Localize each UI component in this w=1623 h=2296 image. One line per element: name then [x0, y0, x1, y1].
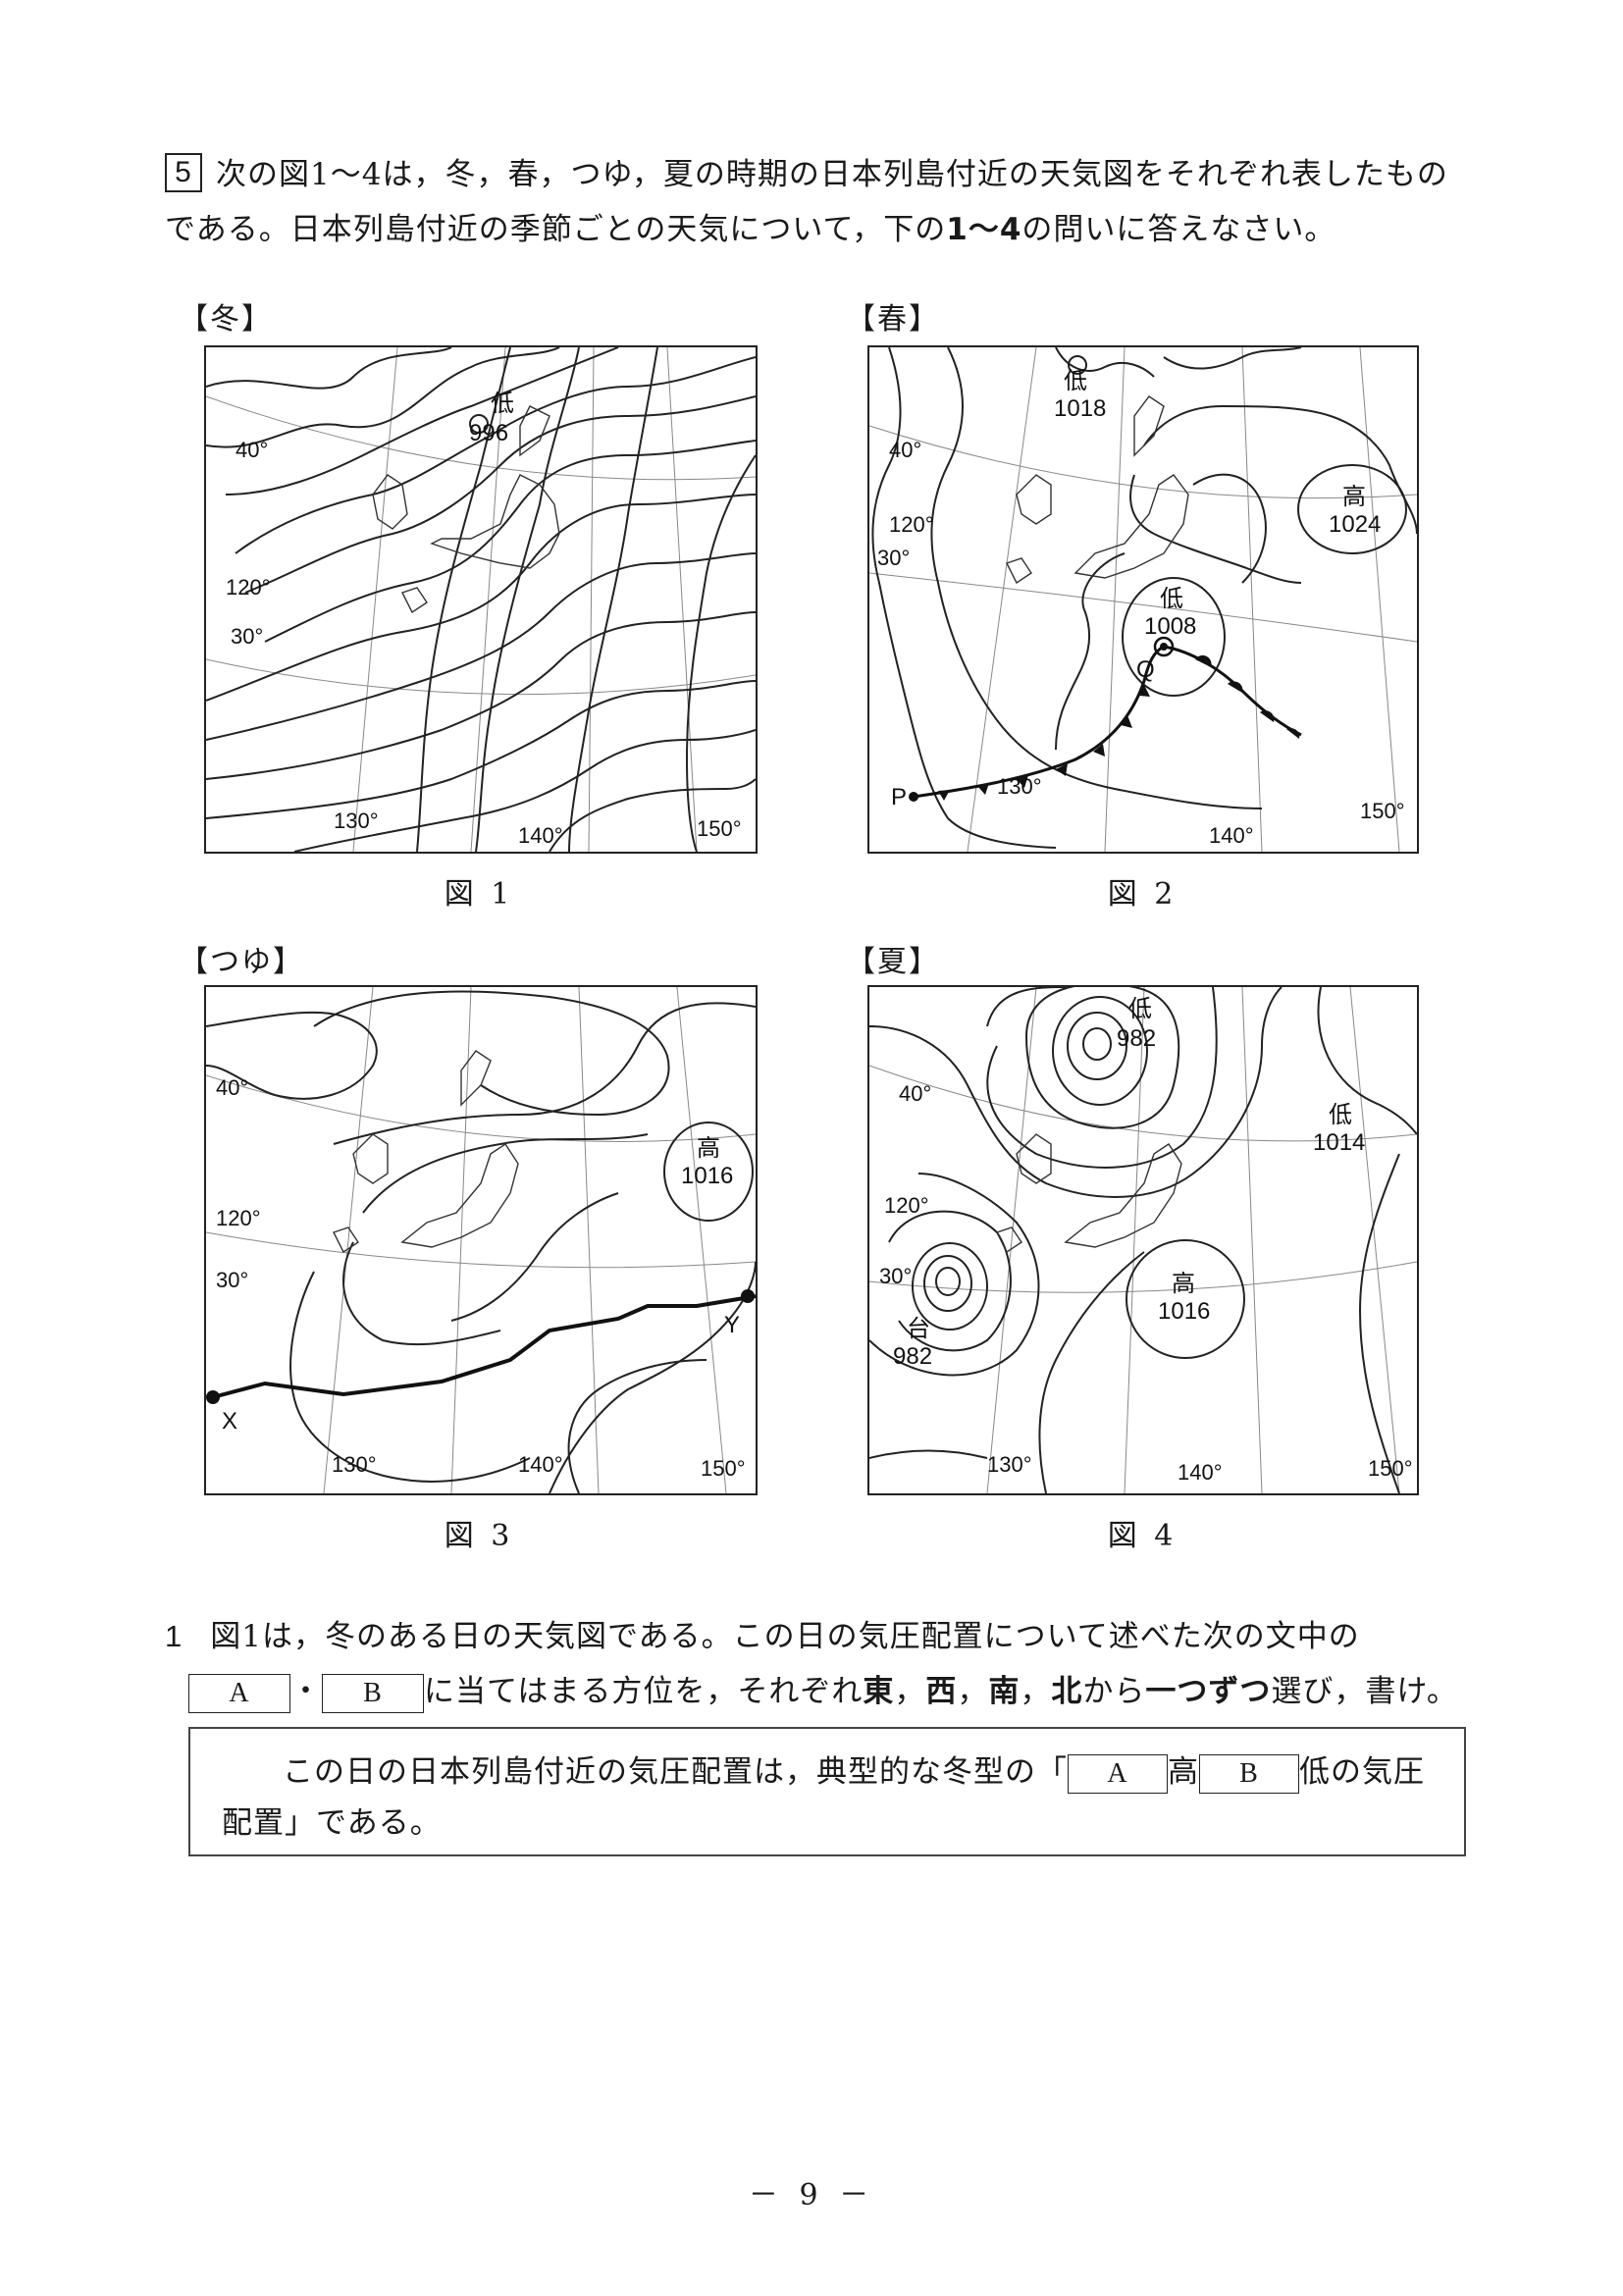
weather-map-tsuyu: 高 1016 X Y 40° 30° 120° 130° 140° 150°: [204, 985, 758, 1495]
winter-lat-30: 30°: [231, 624, 263, 649]
statement-frame: この日の日本列島付近の気圧配置は，典型的な冬型の「 A 高 B 低の気圧 配置」である。: [188, 1727, 1466, 1856]
winter-lon-150: 150°: [697, 816, 742, 841]
spring-low1-kind: 低: [1064, 368, 1087, 394]
intro-line-2-bold: 1～4: [946, 212, 1022, 247]
spring-lon-150: 150°: [1360, 799, 1405, 823]
question-number-box: 5: [165, 153, 202, 192]
winter-lat-40: 40°: [236, 438, 268, 462]
season-label-spring: 【春】: [846, 302, 940, 337]
summer-typhoon-kind: 台: [907, 1316, 930, 1342]
figure-caption-3: 図 3: [444, 1519, 514, 1553]
frame-box-b: B: [1199, 1753, 1299, 1794]
season-label-tsuyu: 【つゆ】: [179, 945, 304, 979]
tsuyu-lat-40: 40°: [216, 1075, 248, 1100]
direction-north: 北: [1051, 1674, 1083, 1709]
summer-low2-kind: 低: [1329, 1102, 1352, 1128]
intro-line-1: 次の図1～4は，冬，春，つゆ，夏の時期の日本列島付近の天気図をそれぞれ表したもの: [216, 157, 1448, 192]
frame-text-2: 配置」である。: [222, 1805, 442, 1841]
winter-lon-120: 120°: [226, 575, 271, 600]
each-one-emphasis: 一つずつ: [1145, 1674, 1272, 1709]
summer-lat-40: 40°: [899, 1081, 931, 1106]
spring-lon-140: 140°: [1209, 823, 1254, 848]
winter-lon-130: 130°: [334, 809, 379, 833]
separator-dot: ・: [290, 1674, 322, 1709]
comma-2: ，: [957, 1674, 989, 1709]
figure-caption-4: 図 4: [1107, 1519, 1178, 1553]
answer-box-a: A: [188, 1673, 290, 1713]
sub-question-1-line2b: から: [1082, 1674, 1146, 1709]
figure-caption-2: 図 2: [1107, 877, 1178, 912]
summer-low2-value: 1014: [1313, 1129, 1365, 1156]
summer-lon-140: 140°: [1178, 1460, 1223, 1485]
summer-lat-30: 30°: [879, 1264, 912, 1288]
weather-map-spring: 低 1018 高 1024 低 1008 P Q 40° 30° 120° 13…: [867, 345, 1419, 854]
weather-map-winter: 低 996 40° 30° 120° 130° 140° 150°: [204, 345, 758, 854]
frame-kou: 高: [1168, 1754, 1199, 1790]
tsuyu-lon-120: 120°: [216, 1206, 261, 1230]
summer-high-kind: 高: [1172, 1271, 1195, 1297]
spring-point-p: P: [891, 784, 907, 810]
summer-lon-120: 120°: [884, 1193, 929, 1218]
comma-1: ，: [894, 1674, 926, 1709]
answer-box-b: B: [322, 1673, 424, 1713]
sub-question-1: 1 図1は，冬のある日の天気図である。この日の気圧配置について述べた次の文中の A…: [165, 1609, 1480, 1719]
spring-lon-120: 120°: [889, 512, 934, 537]
summer-low1-kind: 低: [1128, 996, 1152, 1022]
sub-question-1-line2a: に当てはまる方位を，それぞれ: [424, 1674, 864, 1709]
tsuyu-point-x: X: [222, 1408, 237, 1435]
tsuyu-high-kind: 高: [697, 1135, 720, 1162]
frame-text-1: この日の日本列島付近の気圧配置は，典型的な冬型の「: [283, 1754, 1068, 1790]
spring-low2-kind: 低: [1160, 586, 1183, 612]
comma-3: ，: [1020, 1674, 1052, 1709]
season-label-summer: 【夏】: [846, 945, 940, 979]
sub-question-1-line2c: 選び，書け。: [1271, 1674, 1458, 1709]
tsuyu-high-value: 1016: [681, 1163, 733, 1189]
spring-high-kind: 高: [1342, 484, 1366, 510]
direction-south: 南: [988, 1674, 1021, 1709]
summer-low1-value: 982: [1117, 1025, 1156, 1052]
spring-high-value: 1024: [1329, 511, 1381, 538]
sub-question-number: 1: [165, 1619, 183, 1653]
summer-high-value: 1016: [1158, 1298, 1210, 1325]
frame-tei-rest: 低の気圧: [1299, 1754, 1425, 1790]
summer-typhoon-value: 982: [893, 1343, 932, 1370]
direction-west: 西: [925, 1674, 958, 1709]
spring-lat-40: 40°: [889, 438, 921, 462]
tsuyu-lon-130: 130°: [332, 1452, 377, 1477]
winter-low-value: 996: [469, 420, 508, 446]
tsuyu-point-y: Y: [724, 1312, 740, 1338]
intro-line-2a: である。日本列島付近の季節ごとの天気について，下の: [165, 212, 947, 247]
spring-point-q: Q: [1136, 656, 1155, 683]
winter-low-kind: 低: [491, 391, 514, 417]
spring-low2-value: 1008: [1144, 613, 1196, 640]
summer-lon-150: 150°: [1368, 1456, 1413, 1481]
sub-question-1-line1: 図1は，冬のある日の天気図である。この日の気圧配置について述べた次の文中の: [210, 1619, 1360, 1654]
summer-lon-130: 130°: [987, 1452, 1032, 1477]
page-number: － 9 －: [748, 2178, 875, 2213]
spring-lat-30: 30°: [877, 546, 910, 570]
tsuyu-lon-140: 140°: [518, 1452, 563, 1477]
spring-lon-130: 130°: [997, 774, 1042, 799]
spring-low1-value: 1018: [1054, 395, 1106, 422]
weather-map-summer: 低 982 低 1014 高 1016 台 982 40° 30° 120° 1…: [867, 985, 1419, 1495]
winter-lon-140: 140°: [518, 823, 563, 848]
season-label-winter: 【冬】: [179, 302, 273, 337]
tsuyu-lon-150: 150°: [701, 1456, 746, 1481]
figure-caption-1: 図 1: [444, 877, 514, 912]
frame-box-a: A: [1068, 1753, 1168, 1794]
question-intro: 5 次の図1～4は，冬，春，つゆ，夏の時期の日本列島付近の天気図をそれぞれ表したも…: [165, 147, 1480, 257]
direction-east: 東: [863, 1674, 895, 1709]
tsuyu-lat-30: 30°: [216, 1268, 248, 1292]
intro-line-2b: の問いに答えなさい。: [1021, 212, 1336, 247]
